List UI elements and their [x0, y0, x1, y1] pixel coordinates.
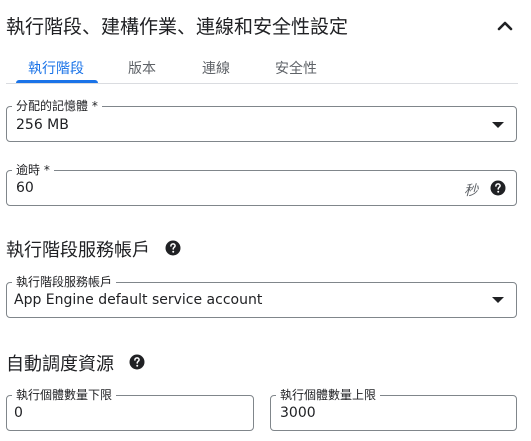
max-instances-value: 3000: [280, 405, 316, 421]
service-account-heading: 執行階段服務帳戶: [6, 240, 150, 261]
tab-version[interactable]: 版本: [112, 58, 172, 78]
timeout-label: 逾時 *: [12, 163, 54, 177]
tab-security[interactable]: 安全性: [266, 58, 326, 78]
timeout-field[interactable]: [6, 170, 517, 206]
tab-runtime[interactable]: 執行階段: [16, 58, 96, 78]
min-instances-value: 0: [14, 405, 23, 421]
autoscaling-heading: 自動調度資源: [6, 354, 114, 375]
section-title: 執行階段、建構作業、連線和安全性設定: [6, 16, 349, 38]
help-icon[interactable]: [128, 353, 146, 371]
service-account-value: App Engine default service account: [14, 292, 263, 308]
help-icon[interactable]: [489, 179, 507, 197]
help-icon[interactable]: [164, 239, 182, 257]
timeout-unit-suffix: 秒: [464, 183, 478, 199]
timeout-value: 60: [16, 180, 34, 196]
max-instances-label: 執行個體數量上限: [276, 388, 381, 402]
arrow-drop-down-icon[interactable]: [492, 122, 504, 128]
chevron-up-icon[interactable]: [493, 14, 517, 38]
arrow-drop-down-icon[interactable]: [492, 297, 504, 303]
memory-value: 256 MB: [16, 117, 69, 133]
tab-divider: [6, 83, 518, 84]
min-instances-label: 執行個體數量下限: [12, 388, 117, 402]
service-account-label: 執行階段服務帳戶: [12, 275, 117, 289]
tab-connections[interactable]: 連線: [186, 58, 246, 78]
memory-label: 分配的記憶體 *: [12, 99, 102, 113]
